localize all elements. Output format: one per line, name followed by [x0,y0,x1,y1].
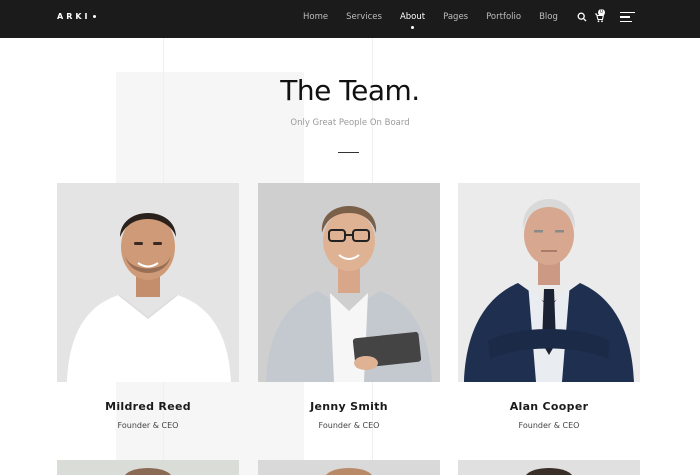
team-card[interactable]: Mildred Reed Founder & CEO [57,183,239,430]
team-member-name: Alan Cooper [509,400,589,413]
nav-home[interactable]: Home [303,12,328,22]
menu-icon[interactable] [620,12,635,24]
team-member-photo [57,183,239,382]
team-member-role: Founder & CEO [318,421,380,430]
team-member-photo [458,183,640,382]
nav-about[interactable]: About [400,12,425,29]
top-navigation-bar: ARKI Home Services About Pages Portfolio… [0,0,700,38]
team-member-role: Founder & CEO [518,421,580,430]
nav-pages[interactable]: Pages [443,12,468,22]
logo[interactable]: ARKI [57,12,96,21]
team-member-name: Jenny Smith [310,400,388,413]
cart-count-badge: 0 [598,9,605,16]
team-card[interactable]: Jenny Smith Founder & CEO [258,183,440,430]
team-card-photo-partial[interactable] [458,460,640,475]
section-title: The Team. [280,74,420,107]
nav-portfolio[interactable]: Portfolio [486,12,521,22]
main-nav: Home Services About Pages Portfolio Blog [303,12,576,29]
team-member-name: Mildred Reed [105,400,191,413]
logo-dot [92,15,96,18]
team-member-role: Founder & CEO [117,421,179,430]
section-subtitle: Only Great People On Board [290,118,410,128]
team-card-photo-partial[interactable] [258,460,440,475]
search-icon[interactable] [577,12,587,22]
team-card[interactable]: Alan Cooper Founder & CEO [458,183,640,430]
team-card-photo-partial[interactable] [57,460,239,475]
nav-services[interactable]: Services [346,12,382,22]
nav-blog[interactable]: Blog [539,12,558,22]
team-member-photo [258,183,440,382]
title-divider [338,152,359,153]
